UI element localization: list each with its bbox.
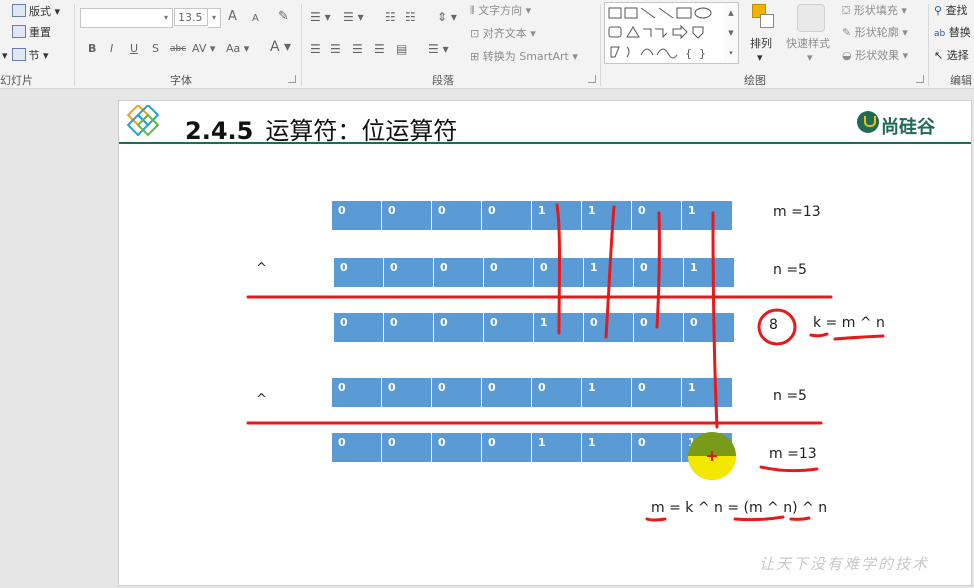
paint-bucket-icon: ⛋ [842,4,851,17]
ribbon: 版式 ▾ 重置 ▾ 节 ▾ 幻灯片 ▾ 13.5 ▾ A A ✎ B I U S … [0,0,974,89]
editing-group-label: 编辑 [950,74,972,87]
arrange-icon [752,4,774,32]
layout-button[interactable]: 版式 ▾ [12,4,60,19]
italic-button[interactable]: I [110,42,113,56]
font-size-input[interactable]: 13.5 [174,8,208,26]
ink-underline [833,334,885,341]
shape-effects-button[interactable]: ◒ 形状效果 ▾ [842,49,908,63]
select-button[interactable]: ↖ 选择 [934,49,969,63]
ribbon-divider [74,4,75,86]
numbering-button[interactable]: ☰ ▾ [343,10,364,24]
line-spacing-button[interactable]: ⇕ ▾ [437,10,457,24]
paragraph-group-label: 段落 [432,74,454,87]
decrease-indent-icon[interactable]: ☷ [385,10,396,24]
align-right-icon[interactable]: ☰ [352,42,363,56]
font-color-button[interactable]: A ▾ [270,40,291,54]
ribbon-divider [928,4,929,86]
shapes-gallery-scroll[interactable]: ▲ ▼ ▾ [724,2,739,64]
font-name-input[interactable] [80,8,162,28]
align-left-icon[interactable]: ☰ [310,42,321,56]
section-icon [11,48,26,61]
text-direction-button[interactable]: ⫴ 文字方向 ▾ [470,4,531,18]
replace-icon: ab [934,29,946,39]
ink-stroke [711,211,719,429]
slide-canvas[interactable]: 2.4.5 运算符：位运算符 尚硅谷 0 0 0 0 1 1 0 1 m =13 … [118,100,972,586]
font-group-label: 字体 [170,74,192,87]
shrink-font-button[interactable]: A [252,12,259,26]
ribbon-divider [600,4,601,86]
justify-icon[interactable]: ☰ [374,42,385,56]
ink-underline [645,517,667,522]
cursor-icon: ↖ [934,49,944,62]
drawing-group-label: 绘图 [744,74,766,87]
layout-icon [12,4,26,17]
ink-underline [809,332,829,338]
svg-text:{: { [685,47,692,60]
underline-button[interactable]: U [130,42,138,56]
ribbon-divider [301,4,302,86]
replace-button[interactable]: ab 替换 [934,26,971,41]
font-dialog-launcher-icon[interactable] [288,75,296,83]
quick-styles-button[interactable]: 快速样式 ▾ [786,37,830,65]
paragraph-dialog-launcher-icon[interactable] [588,75,596,83]
arrange-button[interactable]: 排列 ▾ [750,37,772,65]
pen-icon: ✎ [842,26,852,39]
ink-circle [757,308,797,346]
bold-button[interactable]: B [88,42,96,56]
char-spacing-button[interactable]: AV ▾ [192,42,215,56]
ink-underline [789,516,811,521]
ink-annotations [246,203,885,522]
search-icon: ⚲ [934,4,943,17]
align-text-button[interactable]: ⊡ 对齐文本 ▾ [470,27,536,41]
align-center-icon[interactable]: ☰ [330,42,341,56]
slides-group-label: 幻灯片 [0,74,33,87]
drawing-dialog-launcher-icon[interactable] [916,75,924,83]
convert-smartart-button[interactable]: ⊞ 转换为 SmartArt ▾ [470,50,578,64]
bullets-button[interactable]: ☰ ▾ [310,10,331,24]
find-button[interactable]: ⚲ 查找 [934,4,968,18]
increase-indent-icon[interactable]: ☷ [405,10,416,24]
section-button[interactable]: ▾ 节 ▾ [2,48,49,63]
shapes-gallery[interactable]: { } [604,2,726,64]
shape-outline-button[interactable]: ✎ 形状轮廓 ▾ [842,26,908,40]
grow-font-button[interactable]: A [228,10,237,24]
shapes-gallery-icon: { } [608,7,712,60]
ink-stroke [604,205,616,339]
distributed-icon[interactable]: ▤ [396,42,407,56]
ink-underline [759,465,819,473]
font-size-dropdown[interactable]: ▾ [208,8,221,28]
font-name-dropdown[interactable]: ▾ [160,8,173,28]
shape-fill-button[interactable]: ⛋ 形状填充 ▾ [842,4,907,18]
shadow-button[interactable]: S [152,42,159,56]
change-case-button[interactable]: Aa ▾ [226,42,249,56]
clear-formatting-icon[interactable]: ✎ [278,10,289,24]
strikethrough-button[interactable]: abc [170,42,186,56]
quick-styles-icon [797,4,825,32]
svg-text:}: } [699,47,706,60]
ink-underline [733,515,785,522]
effects-icon: ◒ [842,49,852,62]
ink-stroke [555,203,561,335]
reset-icon [12,25,26,38]
reset-button[interactable]: 重置 [12,25,51,40]
ink-stroke [655,211,661,329]
columns-button[interactable]: ☰ ▾ [428,42,449,56]
